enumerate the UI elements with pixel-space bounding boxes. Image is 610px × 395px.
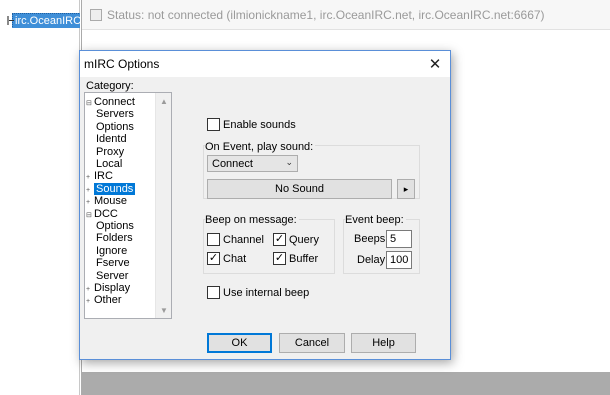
status-window-titlebar[interactable]: Status: not connected (ilmionickname1, i…: [82, 0, 610, 30]
channel-label: Channel: [223, 233, 264, 246]
category-item[interactable]: Options: [96, 121, 134, 133]
scroll-up-icon[interactable]: ▲: [156, 93, 171, 109]
event-beep-label: Event beep:: [345, 214, 406, 226]
category-item-label: Options: [96, 220, 134, 232]
category-item-label: Fserve: [96, 257, 130, 270]
close-icon[interactable]: ✕: [424, 54, 446, 74]
event-select[interactable]: Connect ⌄: [207, 155, 298, 172]
use-internal-beep-label: Use internal beep: [223, 286, 310, 299]
query-label: Query: [289, 233, 319, 246]
checkbox-box[interactable]: [207, 118, 220, 131]
category-label: Category:: [86, 80, 134, 92]
delay-label: Delay:: [357, 254, 389, 266]
no-sound-button[interactable]: No Sound: [207, 179, 392, 199]
category-item-label: Proxy: [96, 145, 125, 158]
checkbox-box[interactable]: ✓: [273, 252, 286, 265]
chat-label: Chat: [223, 252, 247, 265]
category-list[interactable]: ⊟ Connect Servers Options Identd Proxy Local + I…: [84, 92, 172, 319]
category-item[interactable]: Proxy: [96, 146, 124, 158]
tree-item-label: irc.OceanIRC...: [12, 12, 80, 28]
category-item[interactable]: Server: [96, 270, 128, 282]
category-item[interactable]: Identd: [96, 133, 127, 145]
category-item[interactable]: Options: [96, 220, 134, 232]
category-item[interactable]: + IRC: [86, 170, 113, 182]
channel-checkbox[interactable]: Channel: [207, 233, 264, 246]
buffer-label: Buffer: [289, 252, 319, 265]
category-item-label: Identd: [96, 133, 127, 146]
tree-item-server[interactable]: irc.OceanIRC...: [4, 12, 80, 28]
category-item[interactable]: ⊟ DCC: [86, 208, 118, 220]
scroll-down-icon[interactable]: ▼: [156, 302, 171, 318]
category-item-label: Servers: [96, 108, 134, 121]
on-event-label: On Event, play sound:: [205, 141, 316, 153]
category-item[interactable]: + Other: [86, 294, 122, 306]
options-dialog: mIRC Options ✕ Category: ⊟ Connect Servers…: [79, 50, 451, 360]
category-scrollbar[interactable]: ▲ ▼: [155, 93, 171, 318]
checkbox-box[interactable]: [207, 233, 220, 246]
query-checkbox[interactable]: ✓ Query: [273, 233, 319, 246]
delay-input[interactable]: 100: [386, 251, 412, 269]
category-item-label: Folders: [96, 232, 133, 245]
category-item[interactable]: + Sounds: [86, 182, 136, 195]
category-item-label: Display: [94, 282, 131, 294]
category-item[interactable]: Fserve: [96, 257, 130, 269]
cancel-button[interactable]: Cancel: [279, 333, 345, 353]
checkbox-box[interactable]: [207, 286, 220, 299]
beep-on-message-label: Beep on message:: [205, 214, 299, 226]
category-item-label: IRC: [94, 170, 113, 183]
category-item-label: DCC: [94, 207, 118, 220]
use-internal-beep-checkbox[interactable]: Use internal beep: [207, 286, 309, 299]
category-item-label: Mouse: [94, 195, 128, 208]
category-item-label: Connect: [94, 96, 135, 108]
sound-more-button[interactable]: ▸: [397, 179, 415, 199]
mdi-bottom: [81, 372, 610, 395]
category-item-label: Server: [96, 269, 129, 282]
category-item-label: Options: [96, 120, 134, 133]
dialog-titlebar[interactable]: mIRC Options: [80, 51, 450, 77]
category-item-label: Sounds: [94, 182, 136, 195]
enable-sounds-label: Enable sounds: [223, 118, 296, 131]
category-item[interactable]: + Mouse: [86, 195, 127, 207]
dialog-title: mIRC Options: [84, 57, 160, 71]
beeps-label: Beeps:: [354, 233, 389, 245]
window-icon: [90, 8, 102, 21]
event-select-value: Connect: [212, 157, 253, 170]
beeps-input[interactable]: 5: [386, 230, 412, 248]
help-button[interactable]: Help: [351, 333, 416, 353]
chevron-down-icon: ⌄: [285, 157, 293, 167]
category-item[interactable]: Servers: [96, 108, 134, 120]
category-item-label: Other: [94, 294, 122, 307]
category-item[interactable]: ⊟ Connect: [86, 96, 135, 108]
checkbox-box[interactable]: ✓: [273, 233, 286, 246]
chat-checkbox[interactable]: ✓ Chat: [207, 252, 246, 265]
category-item[interactable]: + Display: [86, 282, 130, 294]
buffer-checkbox[interactable]: ✓ Buffer: [273, 252, 318, 265]
ok-button[interactable]: OK: [207, 333, 272, 353]
category-item[interactable]: Local: [96, 158, 122, 170]
checkbox-box[interactable]: ✓: [207, 252, 220, 265]
beep-on-message-group: [203, 219, 335, 274]
collapse-icon[interactable]: ⊟: [86, 210, 93, 222]
category-item[interactable]: Folders: [96, 232, 133, 244]
category-item-label: Ignore: [96, 244, 128, 257]
collapse-icon[interactable]: ⊟: [86, 98, 93, 110]
server-tree: irc.OceanIRC...: [0, 0, 80, 395]
category-item[interactable]: Ignore: [96, 245, 127, 257]
enable-sounds-checkbox[interactable]: Enable sounds: [207, 118, 296, 131]
expand-icon[interactable]: +: [86, 296, 93, 308]
category-item-label: Local: [96, 158, 123, 170]
status-window-title: Status: not connected (ilmionickname1, i…: [107, 7, 545, 22]
collapse-icon[interactable]: [7, 16, 14, 25]
